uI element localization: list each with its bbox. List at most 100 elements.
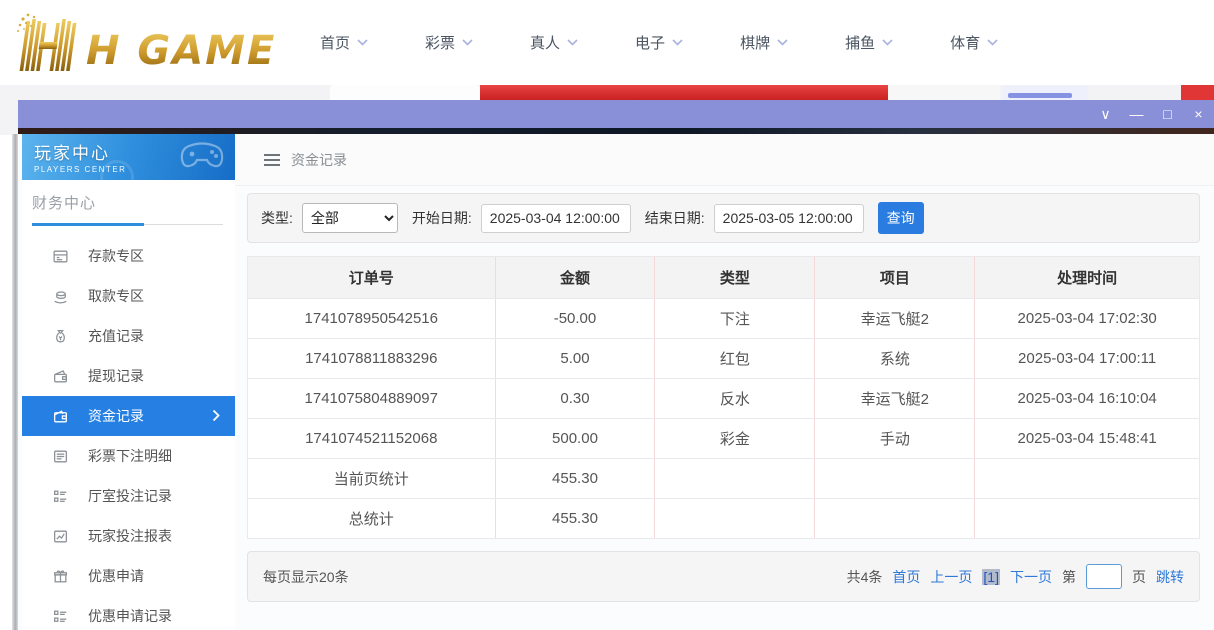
cell-amount: 455.30 [495, 499, 655, 539]
end-date-label: 结束日期: [645, 208, 705, 228]
nav-item-board-games[interactable]: 棋牌 [740, 32, 788, 53]
end-date-input[interactable] [714, 204, 864, 233]
nav-label: 彩票 [425, 32, 455, 53]
site-header: H GAME 首页 彩票 真人 电子 棋牌 捕鱼 体育 [0, 0, 1214, 85]
nav-item-slots[interactable]: 电子 [635, 32, 683, 53]
cell-type: 下注 [655, 299, 815, 339]
breadcrumb: 资金记录 [235, 134, 1214, 186]
window-body: 玩家中心 PLAYERS CENTER 财务中心 存款专区 [18, 134, 1214, 630]
sidebar-item-recharge-record[interactable]: 充值记录 [22, 316, 235, 356]
nav-item-live[interactable]: 真人 [530, 32, 578, 53]
cell-order-id: 1741078950542516 [248, 299, 496, 339]
chevron-down-icon [777, 39, 788, 46]
cell-amount: 455.30 [495, 459, 655, 499]
table-header-row: 订单号 金额 类型 项目 处理时间 [248, 257, 1200, 299]
cell-label: 当前页统计 [248, 459, 496, 499]
chevron-down-icon [567, 39, 578, 46]
hamburger-icon[interactable] [264, 154, 280, 166]
chevron-down-icon [357, 39, 368, 46]
nav-item-home[interactable]: 首页 [320, 32, 368, 53]
logo: H GAME [14, 11, 276, 75]
chevron-right-icon [212, 409, 220, 422]
sidebar-item-lottery-bet-detail[interactable]: 彩票下注明细 [22, 436, 235, 476]
sidebar-header: 玩家中心 PLAYERS CENTER [22, 134, 235, 180]
sidebar-item-label: 彩票下注明细 [88, 446, 172, 466]
sidebar-item-label: 优惠申请 [88, 566, 144, 586]
chevron-down-icon [672, 39, 683, 46]
cell-processed-time: 2025-03-04 16:10:04 [975, 379, 1200, 419]
player-center-window: ∨ — □ × 玩家中心 PLAYERS CENTER 财务中心 [18, 100, 1214, 630]
deposit-icon [52, 248, 69, 265]
col-type: 类型 [655, 257, 815, 299]
col-order-id: 订单号 [248, 257, 496, 299]
next-page-link[interactable]: 下一页 [1010, 567, 1052, 587]
scrollbar[interactable] [12, 134, 18, 630]
background-red-box [1181, 85, 1214, 101]
minimize-button[interactable]: — [1121, 100, 1152, 128]
nav-item-lottery[interactable]: 彩票 [425, 32, 473, 53]
sidebar-item-player-bet-report[interactable]: 玩家投注报表 [22, 516, 235, 556]
main-nav: 首页 彩票 真人 电子 棋牌 捕鱼 体育 [320, 32, 998, 53]
cell-amount: 0.30 [495, 379, 655, 419]
gamepad-icon [179, 140, 225, 170]
lottery-bet-detail-icon [52, 448, 69, 465]
start-date-label: 开始日期: [412, 208, 472, 228]
jump-suffix: 页 [1132, 567, 1146, 587]
jump-link[interactable]: 跳转 [1156, 567, 1184, 587]
sidebar-item-withdrawal-record[interactable]: 提现记录 [22, 356, 235, 396]
close-button[interactable]: × [1183, 100, 1214, 128]
total-count: 共4条 [847, 567, 883, 587]
sidebar-item-promo-apply[interactable]: 优惠申请 [22, 556, 235, 596]
cell-amount: -50.00 [495, 299, 655, 339]
col-project: 项目 [815, 257, 975, 299]
sidebar-item-label: 提现记录 [88, 366, 144, 386]
player-bet-report-icon [52, 528, 69, 545]
cell-type: 红包 [655, 339, 815, 379]
cell-project: 手动 [815, 419, 975, 459]
withdrawal-record-icon [52, 368, 69, 385]
nav-label: 捕鱼 [845, 32, 875, 53]
nav-item-sports[interactable]: 体育 [950, 32, 998, 53]
prev-page-link[interactable]: 上一页 [930, 567, 972, 587]
sidebar-item-hall-bet-record[interactable]: 厅室投注记录 [22, 476, 235, 516]
search-button[interactable]: 查询 [878, 202, 924, 234]
cell-amount: 5.00 [495, 339, 655, 379]
start-date-input[interactable] [481, 204, 631, 233]
type-label: 类型: [261, 208, 293, 228]
jump-prefix: 第 [1062, 567, 1076, 587]
first-page-link[interactable]: 首页 [892, 567, 920, 587]
nav-item-fishing[interactable]: 捕鱼 [845, 32, 893, 53]
type-select[interactable]: 全部 [302, 203, 398, 233]
chevron-down-icon [987, 39, 998, 46]
table-row-grand-total: 总统计 455.30 [248, 499, 1200, 539]
table-row: 1741078811883296 5.00 红包 系统 2025-03-04 1… [248, 339, 1200, 379]
cell-processed-time: 2025-03-04 15:48:41 [975, 419, 1200, 459]
sidebar: 玩家中心 PLAYERS CENTER 财务中心 存款专区 [22, 134, 235, 630]
cell-project: 系统 [815, 339, 975, 379]
collapse-button[interactable]: ∨ [1090, 100, 1121, 128]
table-row: 1741075804889097 0.30 反水 幸运飞艇2 2025-03-0… [248, 379, 1200, 419]
nav-label: 真人 [530, 32, 560, 53]
promo-apply-icon [52, 568, 69, 585]
maximize-button[interactable]: □ [1152, 100, 1183, 128]
sidebar-item-funds-record[interactable]: 资金记录 [22, 396, 235, 436]
cell-label: 总统计 [248, 499, 496, 539]
nav-label: 体育 [950, 32, 980, 53]
table-row: 1741074521152068 500.00 彩金 手动 2025-03-04… [248, 419, 1200, 459]
cell-project: 幸运飞艇2 [815, 379, 975, 419]
svg-text:H GAME: H GAME [86, 28, 276, 74]
page-size-text: 每页显示20条 [263, 567, 349, 587]
current-page: [1] [982, 569, 1000, 585]
sidebar-item-label: 充值记录 [88, 326, 144, 346]
filter-bar: 类型: 全部 开始日期: 结束日期: 查询 [247, 193, 1200, 243]
table-row-page-total: 当前页统计 455.30 [248, 459, 1200, 499]
pagination: 共4条 首页 上一页 [1] 下一页 第 页 跳转 [847, 564, 1184, 589]
page-jump-input[interactable] [1086, 564, 1122, 589]
sidebar-section: 财务中心 [22, 180, 235, 226]
sidebar-item-promo-apply-record[interactable]: 优惠申请记录 [22, 596, 235, 630]
chevron-down-icon [462, 39, 473, 46]
funds-record-icon [52, 408, 69, 425]
sidebar-item-withdraw-zone[interactable]: 取款专区 [22, 276, 235, 316]
sidebar-item-deposit-zone[interactable]: 存款专区 [22, 236, 235, 276]
col-processed-time: 处理时间 [975, 257, 1200, 299]
